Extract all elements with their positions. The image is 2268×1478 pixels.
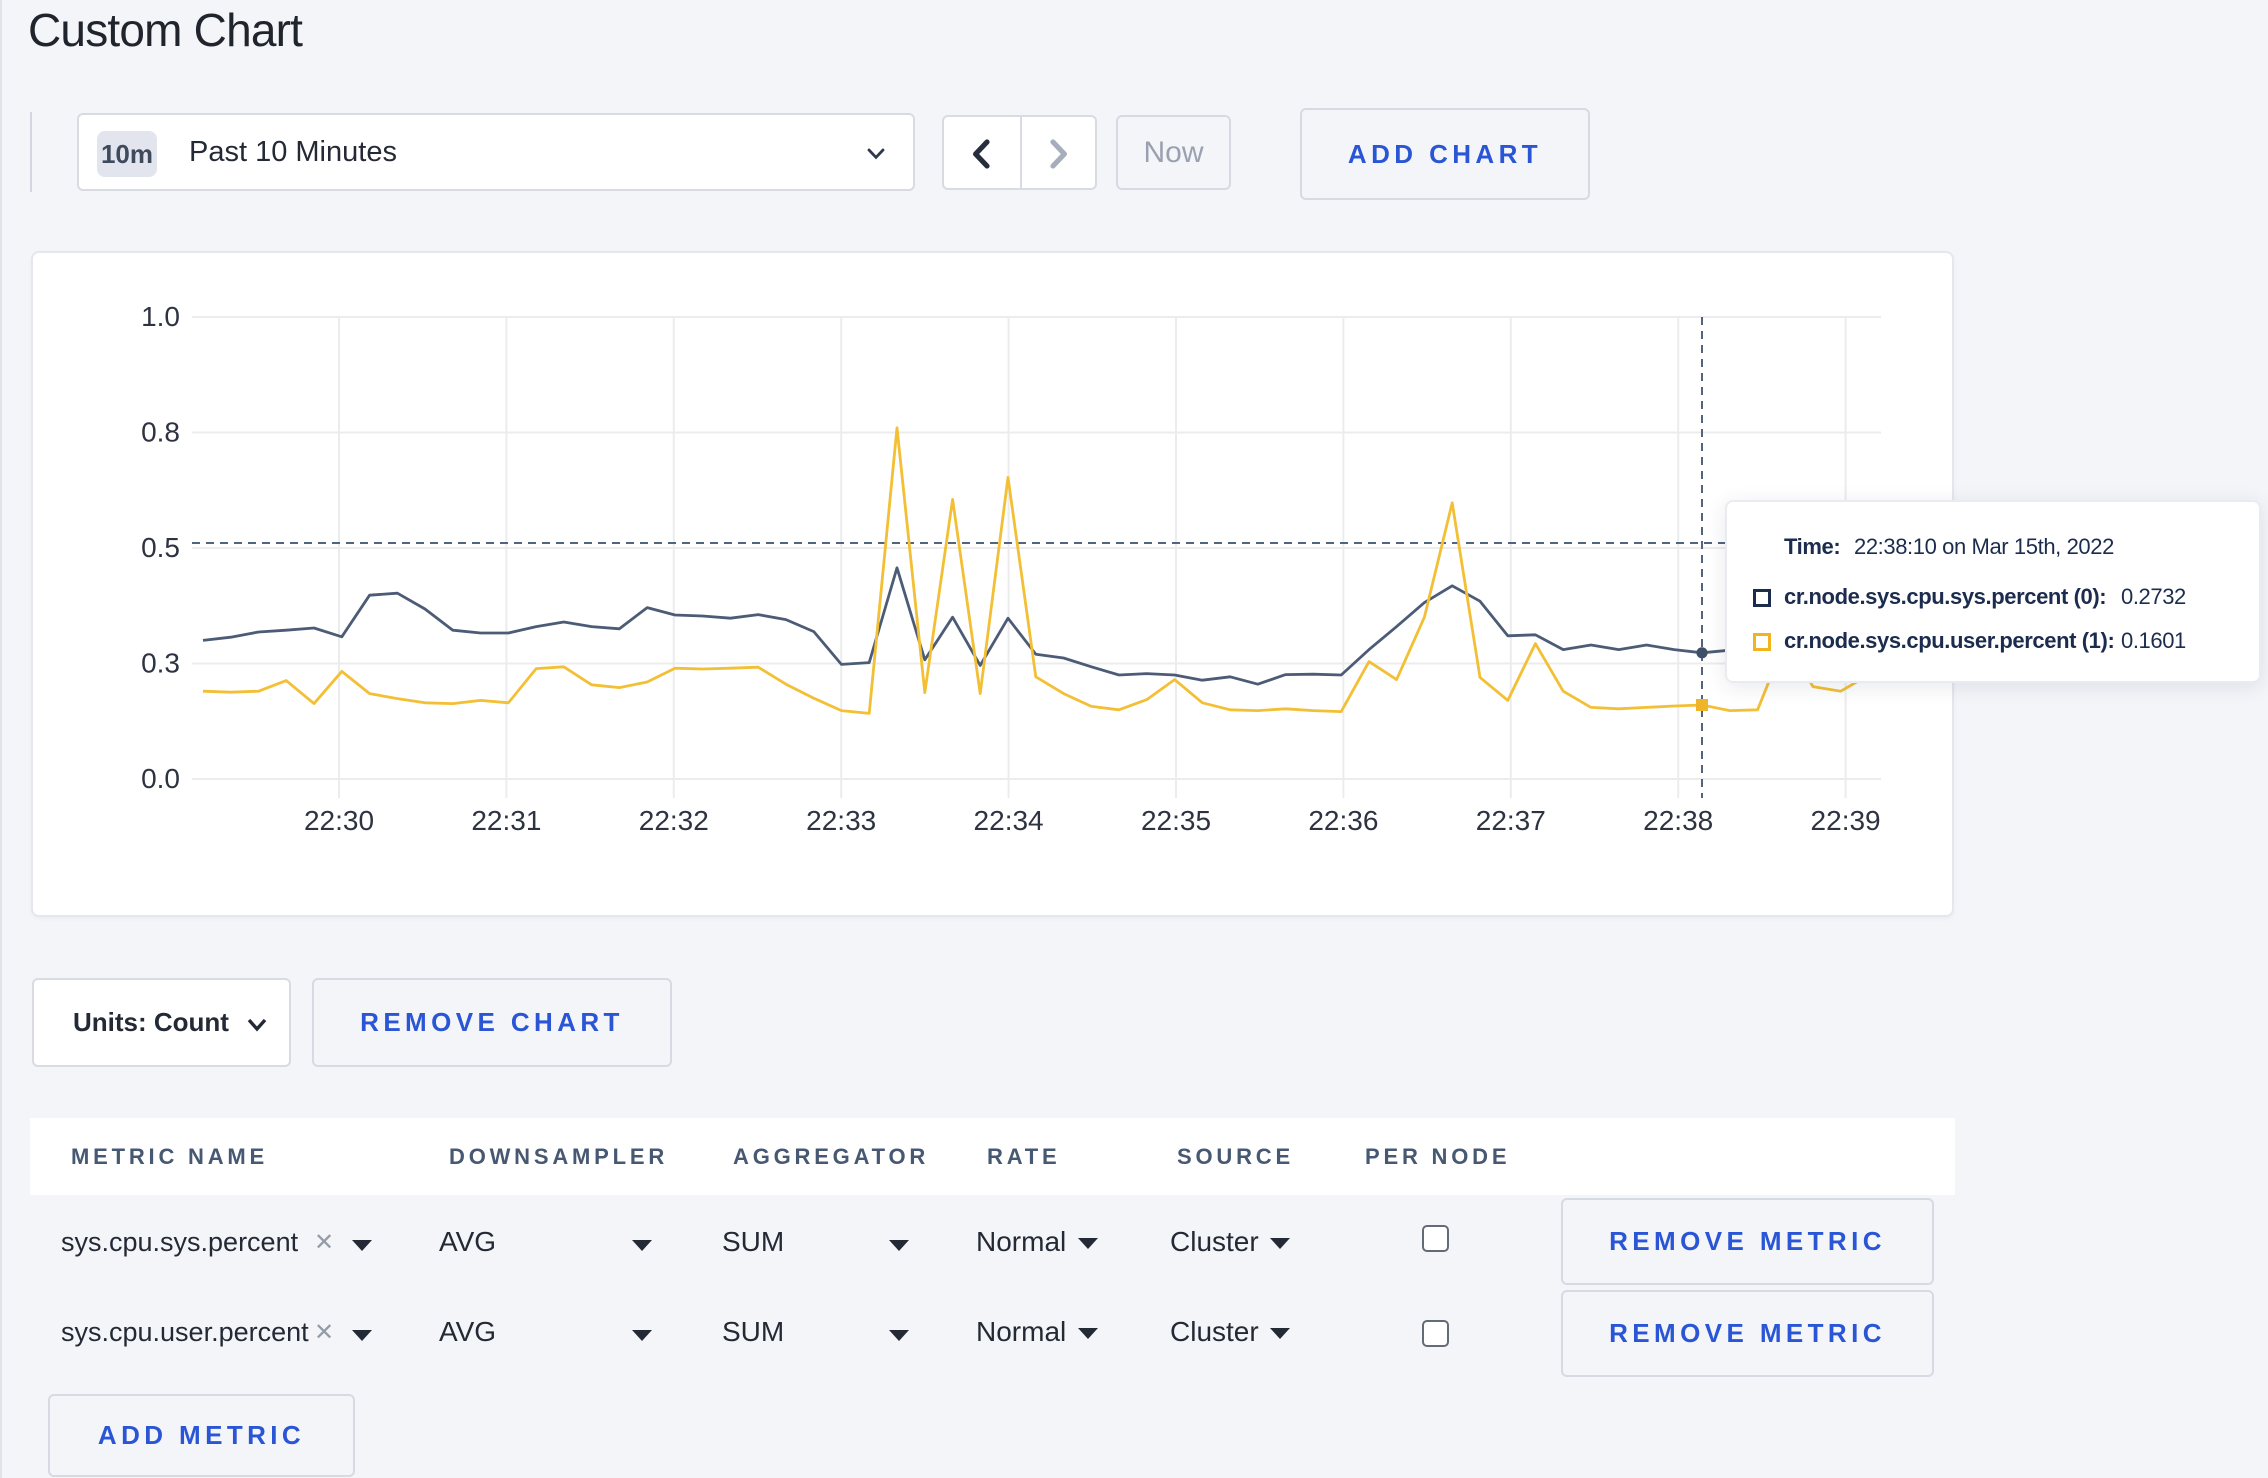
svg-text:22:32: 22:32: [639, 805, 709, 836]
svg-text:0.8: 0.8: [141, 417, 180, 448]
svg-text:22:35: 22:35: [1141, 805, 1211, 836]
svg-text:22:37: 22:37: [1476, 805, 1546, 836]
svg-text:0.3: 0.3: [141, 648, 180, 679]
svg-text:22:39: 22:39: [1811, 805, 1881, 836]
svg-text:22:38: 22:38: [1643, 805, 1713, 836]
svg-text:22:30: 22:30: [304, 805, 374, 836]
svg-text:22:31: 22:31: [471, 805, 541, 836]
svg-text:22:34: 22:34: [974, 805, 1044, 836]
svg-text:0.0: 0.0: [141, 763, 180, 794]
svg-text:1.0: 1.0: [141, 301, 180, 332]
svg-text:22:36: 22:36: [1308, 805, 1378, 836]
svg-text:22:33: 22:33: [806, 805, 876, 836]
svg-text:0.5: 0.5: [141, 532, 180, 563]
